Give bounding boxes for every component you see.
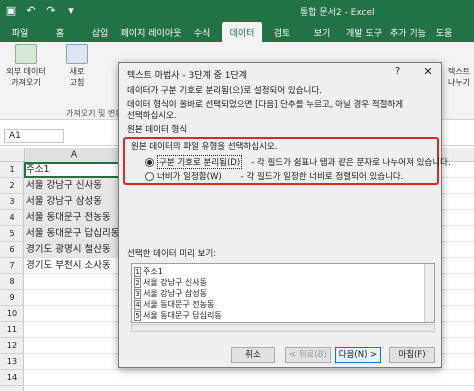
refresh-icon: [66, 44, 88, 64]
name-box[interactable]: A1: [4, 129, 64, 143]
row-number[interactable]: 1: [0, 162, 24, 178]
cell[interactable]: 경기도 광명시 철산동: [26, 243, 111, 257]
customize-icon[interactable]: ▾: [64, 3, 78, 17]
row-number[interactable]: 6: [0, 242, 24, 258]
preview-row: 2 서울 강남구 신사동: [134, 278, 207, 288]
choose-label: 원본 데이터의 파일 유형을 선택하십시오.: [131, 142, 278, 152]
radio-fixed-label[interactable]: 너비가 일정함(W): [157, 170, 222, 182]
tab-insert[interactable]: 삽입: [80, 22, 120, 42]
row-number[interactable]: 12: [0, 338, 24, 354]
row-number[interactable]: 9: [0, 290, 24, 306]
radio-fixed-width[interactable]: 너비가 일정함(W) - 각 필드가 일정한 너비로 정렬되어 있습니다.: [145, 170, 403, 182]
tab-data[interactable]: 데이터: [222, 22, 262, 42]
window-title: 통합 문서2 - Excel: [300, 8, 375, 18]
row-headers: 1 2 3 4 5 6 7 8 9 10 11 12 13 14: [0, 162, 24, 391]
undo-icon[interactable]: ↶: [24, 3, 38, 17]
active-cell: [24, 162, 124, 178]
radio-delimited[interactable]: 구분 기호로 분리됨(D) - 각 필드가 쉼표나 탭과 같은 문자로 나누어져…: [145, 155, 451, 169]
tab-addins[interactable]: 추가 기능: [386, 22, 430, 42]
row-number[interactable]: 2: [0, 178, 24, 194]
cell[interactable]: 서울 강남구 신사동: [26, 179, 102, 193]
preview-row: 4 서울 동대문구 전농동: [134, 300, 215, 310]
row-number[interactable]: 11: [0, 322, 24, 338]
tab-help[interactable]: 도움: [430, 22, 458, 42]
database-icon: [15, 44, 37, 64]
next-button[interactable]: 다음(N) >: [335, 347, 381, 363]
row-number[interactable]: 13: [0, 354, 24, 370]
save-icon[interactable]: ▣: [4, 3, 18, 17]
row-number[interactable]: 10: [0, 306, 24, 322]
tab-review[interactable]: 검토: [262, 22, 302, 42]
title-bar: ▣ ↶ ↷ ▾ 통합 문서2 - Excel: [0, 0, 474, 22]
finish-button[interactable]: 마침(F): [389, 347, 435, 363]
tab-page-layout[interactable]: 페이지 레이아웃: [120, 22, 182, 42]
row-number[interactable]: 7: [0, 258, 24, 274]
row-number[interactable]: 5: [0, 226, 24, 242]
cancel-button[interactable]: 취소: [231, 347, 275, 363]
tab-home[interactable]: 홈: [40, 22, 80, 42]
row-number[interactable]: 3: [0, 194, 24, 210]
text-import-wizard-dialog: 텍스트 마법사 - 3단계 중 1단계 ? ✕ 데이터가 구분 기호로 분리됨(…: [118, 62, 451, 368]
preview-vertical-scrollbar[interactable]: [424, 264, 434, 322]
preview-row: 5 서울 동대문구 답십리동: [134, 311, 222, 321]
quick-access-toolbar: ▣ ↶ ↷ ▾: [4, 3, 78, 17]
text-to-columns-button[interactable]: 텍스트 나누기: [444, 66, 474, 88]
table-row: [24, 370, 474, 386]
external-data-button[interactable]: 외부 데이터 가져오기: [4, 44, 48, 88]
cell[interactable]: 서울 동대문구 답십리동: [26, 227, 119, 241]
fieldset-label: 원본 데이터 형식: [127, 125, 188, 135]
tab-view[interactable]: 보기: [302, 22, 342, 42]
redo-icon[interactable]: ↷: [44, 3, 58, 17]
help-icon[interactable]: ?: [395, 66, 400, 77]
radio-selected-icon[interactable]: [145, 157, 154, 167]
ribbon-tabs: 파일 홈 삽입 페이지 레이아웃 수식 데이터 검토 보기 개발 도구 추가 기…: [0, 22, 474, 42]
dialog-info-line: 선택하십시오.: [127, 111, 177, 121]
row-number[interactable]: 8: [0, 274, 24, 290]
tab-formulas[interactable]: 수식: [182, 22, 222, 42]
row-number[interactable]: 14: [0, 370, 24, 386]
group-label: 가져오기 및 변환: [66, 109, 123, 118]
preview-row: 1 주소1: [134, 267, 163, 277]
cell[interactable]: 서울 강남구 삼성동: [26, 195, 102, 209]
cell[interactable]: 서울 동대문구 전농동: [26, 211, 111, 225]
back-button[interactable]: < 뒤로(B): [285, 347, 331, 363]
refresh-button[interactable]: 새로 고침: [62, 44, 92, 88]
tab-developer[interactable]: 개발 도구: [342, 22, 386, 42]
preview-box[interactable]: 1 주소1 2 서울 강남구 신사동 3 서울 강남구 삼성동 4 서울 동대문구 전농…: [131, 263, 435, 323]
preview-label: 선택한 데이터 미리 보기:: [127, 249, 217, 259]
row-number[interactable]: 4: [0, 210, 24, 226]
cell[interactable]: 경기도 부천시 소사동: [26, 259, 111, 273]
tab-file[interactable]: 파일: [0, 22, 40, 42]
radio-delimited-desc: - 각 필드가 쉼표나 탭과 같은 문자로 나누어져 있습니다.: [251, 158, 451, 168]
radio-delimited-label[interactable]: 구분 기호로 분리됨(D): [157, 155, 243, 169]
dialog-info-line: 데이터가 구분 기호로 분리됨(으)로 설정되어 있습니다.: [127, 86, 322, 96]
preview-row: 3 서울 강남구 삼성동: [134, 289, 207, 299]
radio-unselected-icon[interactable]: [145, 171, 154, 181]
close-icon[interactable]: ✕: [417, 64, 439, 80]
radio-fixed-desc: - 각 필드가 일정한 너비로 정렬되어 있습니다.: [240, 172, 404, 182]
column-a-header[interactable]: A: [24, 148, 124, 162]
dialog-title: 텍스트 마법사 - 3단계 중 1단계: [127, 71, 248, 81]
preview-horizontal-scrollbar[interactable]: [131, 324, 435, 332]
